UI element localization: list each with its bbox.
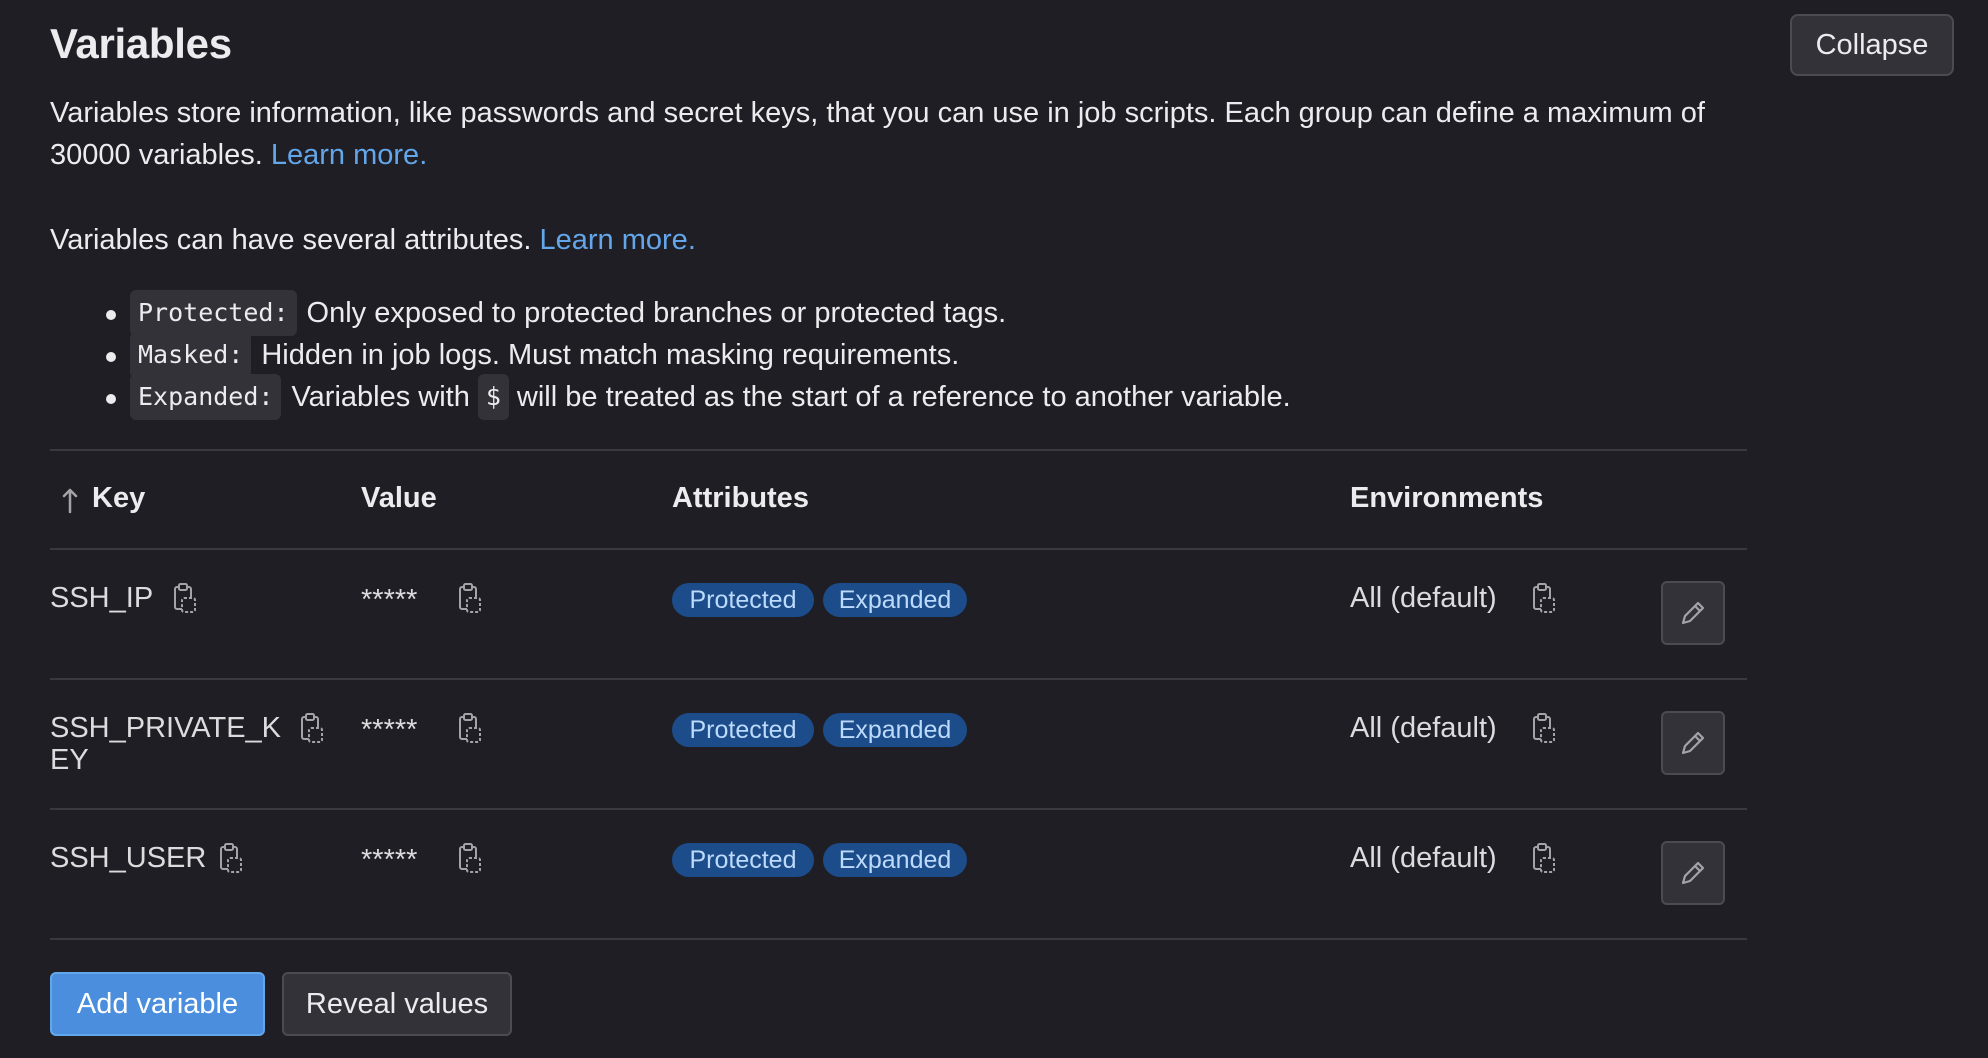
attribute-item-protected: Protected: Only exposed to protected bra… bbox=[50, 290, 1291, 336]
environment-scope: All (default) bbox=[1350, 712, 1497, 744]
attributes-list: Protected: Only exposed to protected bra… bbox=[50, 290, 1291, 420]
attributes-learn-more-link[interactable]: Learn more. bbox=[540, 224, 696, 256]
row-divider bbox=[50, 678, 1747, 680]
variable-value: ***** bbox=[361, 584, 418, 616]
variable-key-wrap: EY bbox=[50, 744, 89, 776]
copy-key-icon[interactable] bbox=[299, 712, 325, 746]
attribute-item-expanded: Expanded: Variables with $ will be treat… bbox=[50, 374, 1291, 420]
badge-protected: Protected bbox=[672, 583, 814, 617]
learn-more-link[interactable]: Learn more. bbox=[271, 139, 427, 171]
table-header-divider bbox=[50, 548, 1747, 550]
table-top-divider bbox=[50, 449, 1747, 451]
variable-key: SSH_PRIVATE_K bbox=[50, 712, 282, 744]
pencil-icon bbox=[1681, 601, 1705, 625]
copy-value-icon[interactable] bbox=[457, 582, 483, 616]
badge-expanded: Expanded bbox=[823, 583, 967, 617]
column-header-key[interactable]: Key bbox=[92, 482, 145, 515]
variable-value: ***** bbox=[361, 714, 418, 746]
expanded-code: Expanded: bbox=[130, 374, 282, 420]
protected-code: Protected: bbox=[130, 290, 297, 336]
edit-variable-button[interactable] bbox=[1661, 841, 1725, 905]
table-bottom-divider bbox=[50, 938, 1747, 940]
copy-key-icon[interactable] bbox=[172, 582, 198, 616]
pencil-icon bbox=[1681, 861, 1705, 885]
variables-panel: Variables Collapse Variables store infor… bbox=[0, 0, 1988, 1058]
copy-key-icon[interactable] bbox=[218, 842, 244, 876]
pencil-icon bbox=[1681, 731, 1705, 755]
add-variable-button[interactable]: Add variable bbox=[50, 972, 265, 1036]
copy-value-icon[interactable] bbox=[457, 712, 483, 746]
variable-key: SSH_IP bbox=[50, 582, 154, 614]
copy-environment-icon[interactable] bbox=[1531, 712, 1557, 746]
attributes-intro: Variables can have several attributes. L… bbox=[50, 219, 696, 261]
expanded-desc-before: Variables with bbox=[291, 381, 470, 413]
row-divider bbox=[50, 808, 1747, 810]
badge-protected: Protected bbox=[672, 843, 814, 877]
section-title: Variables bbox=[50, 20, 232, 67]
column-header-value: Value bbox=[361, 482, 437, 514]
badge-expanded: Expanded bbox=[823, 713, 967, 747]
arrow-up-icon[interactable] bbox=[60, 486, 80, 516]
edit-variable-button[interactable] bbox=[1661, 711, 1725, 775]
copy-value-icon[interactable] bbox=[457, 842, 483, 876]
collapse-button[interactable]: Collapse bbox=[1790, 14, 1954, 76]
attributes-intro-text: Variables can have several attributes. bbox=[50, 224, 532, 256]
reveal-values-button[interactable]: Reveal values bbox=[282, 972, 512, 1036]
protected-desc: Only exposed to protected branches or pr… bbox=[306, 297, 1007, 329]
copy-environment-icon[interactable] bbox=[1531, 582, 1557, 616]
expanded-desc-after: will be treated as the start of a refere… bbox=[516, 381, 1291, 413]
badge-protected: Protected bbox=[672, 713, 814, 747]
variable-key: SSH_USER bbox=[50, 842, 207, 874]
badge-expanded: Expanded bbox=[823, 843, 967, 877]
section-description: Variables store information, like passwo… bbox=[50, 92, 1750, 176]
environment-scope: All (default) bbox=[1350, 582, 1497, 614]
masked-code: Masked: bbox=[130, 332, 252, 378]
attribute-item-masked: Masked: Hidden in job logs. Must match m… bbox=[50, 332, 1291, 378]
variable-value: ***** bbox=[361, 844, 418, 876]
column-header-environments: Environments bbox=[1350, 482, 1544, 514]
environment-scope: All (default) bbox=[1350, 842, 1497, 874]
edit-variable-button[interactable] bbox=[1661, 581, 1725, 645]
masked-desc: Hidden in job logs. Must match masking r… bbox=[261, 339, 960, 371]
dollar-code: $ bbox=[477, 374, 509, 420]
column-header-attributes: Attributes bbox=[672, 482, 809, 514]
copy-environment-icon[interactable] bbox=[1531, 842, 1557, 876]
